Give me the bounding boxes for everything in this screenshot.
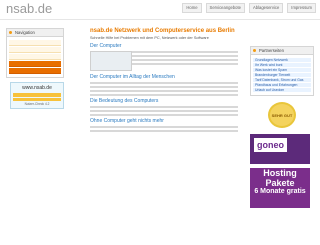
nav-home[interactable]: Home: [182, 3, 202, 13]
text-line: [90, 129, 238, 132]
section-title: Der Computer im Alltag der Menschen: [90, 73, 175, 80]
navigation-panel-title: Navigation: [6, 28, 64, 37]
bullet-icon: [253, 49, 256, 52]
partner-link[interactable]: Ihr Werk wird bunt: [253, 63, 311, 67]
hosting-ad-line2: Pakete: [265, 178, 295, 188]
promo-bar: [13, 98, 61, 101]
hosting-ad-line3: 6 Monate gratis: [254, 188, 306, 195]
nav-ablageservice[interactable]: Ablageservice: [248, 3, 284, 13]
section-title: Die Bedeutung des Computers: [90, 97, 159, 104]
navigation-item-active[interactable]: [9, 68, 61, 74]
section-title: Der Computer: [90, 42, 122, 49]
partner-panel: Partnerseiten Grundlagen Netzwerk Ihr We…: [250, 46, 314, 96]
page-title: nsab.de Netzwerk und Computerservice aus…: [90, 28, 235, 34]
bullet-icon: [9, 31, 12, 34]
main-content: nsab.de Netzwerk und Computerservice aus…: [90, 28, 238, 134]
text-line: [90, 93, 238, 96]
nav-serviceangebote[interactable]: Serviceangebote: [205, 3, 245, 13]
text-line: [90, 125, 238, 128]
text-line: [90, 105, 238, 108]
left-sidebar: Navigation www.nsab.de Nutzer-Check 4.2: [6, 28, 64, 109]
partner-link[interactable]: Urlaub auf Usedom: [253, 88, 311, 92]
nsab-promo-title: www.nsab.de: [22, 85, 52, 91]
hosting-ad[interactable]: Hosting Pakete 6 Monate gratis: [250, 168, 310, 208]
hosting-ad-line1: Hosting: [263, 168, 297, 178]
partner-link[interactable]: Was kostet ein Spam: [253, 68, 311, 72]
promo-bar: [13, 93, 61, 97]
navigation-item[interactable]: [9, 40, 61, 46]
rating-badge[interactable]: SEHR GUT: [268, 102, 296, 128]
section-title: Ohne Computer geht nichts mehr: [90, 117, 164, 124]
top-navigation: Home Serviceangebote Ablageservice Impre…: [182, 3, 316, 13]
nsab-promo-box[interactable]: www.nsab.de Nutzer-Check 4.2: [10, 82, 64, 109]
goneo-ad[interactable]: goneo: [250, 134, 310, 164]
lead-text: Schnelle Hilfe bei Problemen mit dem PC,…: [90, 36, 209, 40]
navigation-item-active[interactable]: [9, 61, 61, 67]
right-sidebar: Partnerseiten Grundlagen Netzwerk Ihr We…: [250, 46, 314, 208]
navigation-item[interactable]: [9, 54, 61, 60]
partner-link[interactable]: Pfandhaus und Erfahrungen: [253, 83, 311, 87]
partner-link[interactable]: Tarif Datenbank, Strom und Gas: [253, 78, 311, 82]
top-bar: nsab.de Home Serviceangebote Ablageservi…: [0, 0, 320, 20]
goneo-logo: goneo: [254, 138, 287, 152]
partner-link[interactable]: Brandenburger Tierwelt: [253, 73, 311, 77]
nav-impressum[interactable]: Impressum: [287, 3, 316, 13]
partner-panel-title: Partnerseiten: [251, 47, 313, 55]
text-line: [90, 85, 238, 88]
text-line: [90, 89, 238, 92]
navigation-item[interactable]: [9, 47, 61, 53]
text-line: [90, 113, 238, 116]
site-logo[interactable]: nsab.de: [6, 1, 52, 16]
text-line: [90, 109, 238, 112]
section-image: [90, 50, 132, 71]
promo-small-text: Nutzer-Check 4.2: [24, 102, 50, 106]
partner-link[interactable]: Grundlagen Netzwerk: [253, 58, 311, 62]
text-line: [90, 81, 238, 84]
partner-list: Grundlagen Netzwerk Ihr Werk wird bunt W…: [251, 55, 313, 95]
navigation-list: [6, 37, 64, 78]
